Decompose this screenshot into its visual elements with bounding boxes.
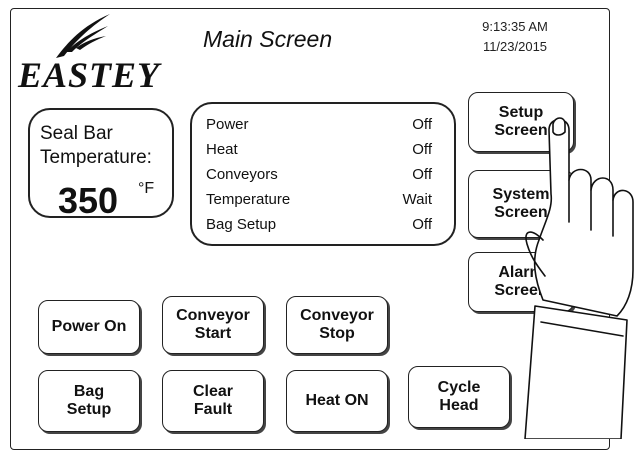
- status-row-temperature: Temperature Wait: [206, 191, 432, 213]
- status-key: Temperature: [206, 191, 291, 208]
- conveyor-start-button[interactable]: Conveyor Start: [162, 296, 264, 354]
- seal-bar-temperature-panel: Seal Bar Temperature: 350 °F: [28, 108, 174, 221]
- temperature-value: 350: [58, 180, 119, 221]
- clock-time: 9:13:35 AM: [482, 19, 548, 34]
- power-on-button[interactable]: Power On: [38, 300, 140, 354]
- cycle-head-button[interactable]: Cycle Head: [408, 366, 510, 428]
- status-value: Off: [412, 216, 432, 233]
- feather-swoosh-icon: [56, 14, 110, 58]
- status-row-bag-setup: Bag Setup Off: [206, 216, 432, 238]
- page-title: Main Screen: [203, 26, 333, 52]
- heat-on-label: Heat ON: [305, 392, 369, 409]
- status-value: Off: [412, 116, 432, 133]
- status-value: Off: [412, 166, 432, 183]
- logo-wordmark: EASTEY: [18, 55, 161, 95]
- heat-on-button[interactable]: Heat ON: [286, 370, 388, 432]
- status-key: Heat: [206, 141, 238, 158]
- bag-setup-label: Bag Setup: [66, 383, 112, 418]
- eastey-logo: EASTEY: [14, 12, 164, 95]
- pointing-hand-icon: [524, 117, 634, 439]
- status-value: Off: [412, 141, 432, 158]
- status-key: Power: [206, 116, 249, 133]
- status-row-conveyors: Conveyors Off: [206, 166, 432, 188]
- power-on-label: Power On: [51, 318, 127, 335]
- cycle-head-label: Cycle Head: [437, 379, 481, 414]
- temperature-unit: °F: [138, 180, 155, 197]
- temperature-label: Seal Bar Temperature:: [40, 123, 152, 168]
- status-value: Wait: [402, 191, 432, 208]
- clock: 9:13:35 AM 11/23/2015: [470, 17, 560, 57]
- status-row-heat: Heat Off: [206, 141, 432, 163]
- conveyor-stop-button[interactable]: Conveyor Stop: [286, 296, 388, 354]
- status-key: Conveyors: [206, 166, 278, 183]
- conveyor-start-label: Conveyor Start: [176, 307, 250, 342]
- clear-fault-button[interactable]: Clear Fault: [162, 370, 264, 432]
- bag-setup-button[interactable]: Bag Setup: [38, 370, 140, 432]
- conveyor-stop-label: Conveyor Stop: [300, 307, 374, 342]
- clock-date: 11/23/2015: [482, 39, 548, 54]
- machine-status-panel: Power Off Heat Off Conveyors Off Tempera…: [190, 102, 456, 246]
- clear-fault-label: Clear Fault: [192, 383, 234, 418]
- status-row-power: Power Off: [206, 116, 432, 138]
- status-key: Bag Setup: [206, 216, 277, 233]
